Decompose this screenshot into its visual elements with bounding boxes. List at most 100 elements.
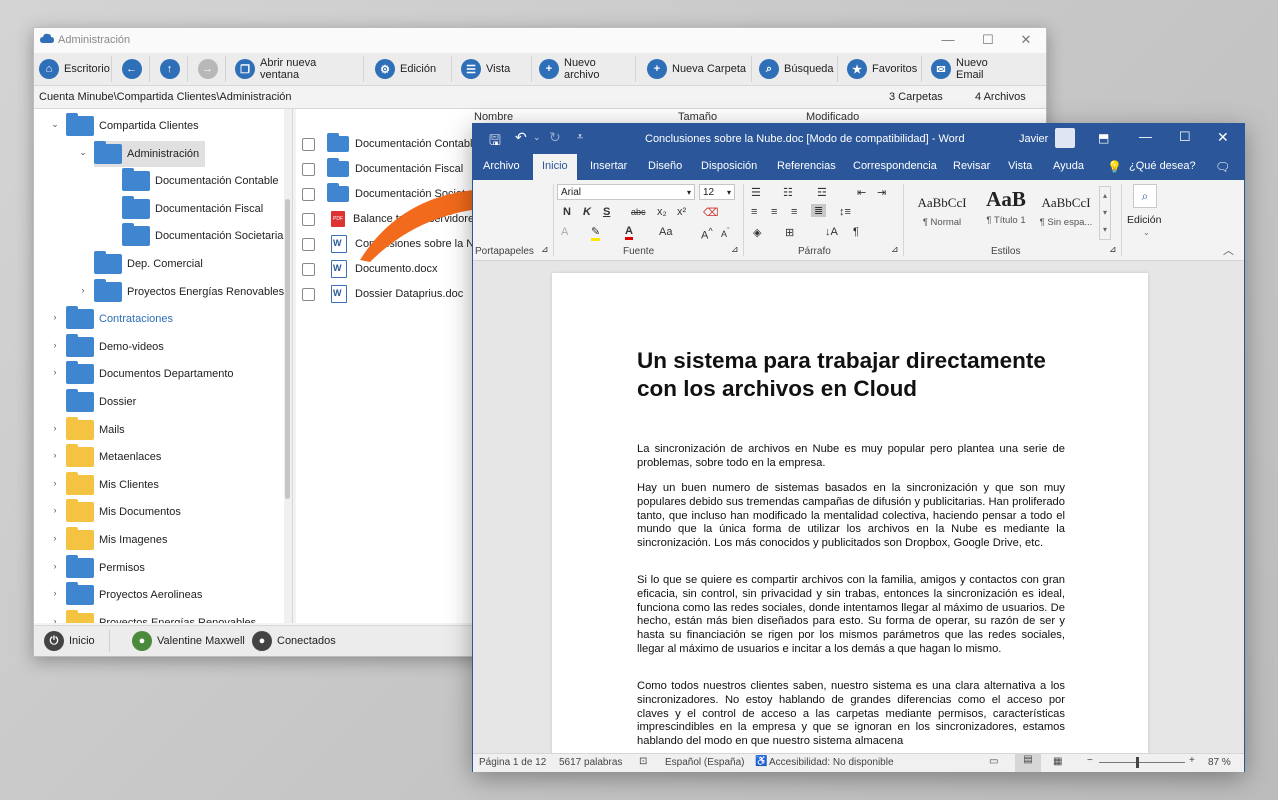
chevron-right-icon[interactable]: › <box>50 312 60 322</box>
tree-item[interactable]: Dep. Comercial <box>94 251 203 277</box>
dialog-launcher-icon[interactable]: ⊿ <box>891 244 899 255</box>
chevron-right-icon[interactable]: › <box>50 588 60 598</box>
superscript-button[interactable]: x² <box>677 206 686 218</box>
bullets-icon[interactable]: ☰ <box>751 186 761 199</box>
comments-icon[interactable]: 🗨 <box>1215 160 1230 174</box>
edit-button[interactable]: ⚙ Edición <box>370 56 452 82</box>
row-checkbox[interactable] <box>302 137 315 151</box>
style-no-spacing[interactable]: AaBbCcI ¶ Sin espa... <box>1035 186 1097 236</box>
style-normal[interactable]: AaBbCcI ¶ Normal <box>911 186 973 236</box>
chevron-right-icon[interactable]: › <box>50 616 60 623</box>
search-button[interactable]: ⌕ Búsqueda <box>754 56 838 82</box>
tree-item[interactable]: Permisos <box>66 554 145 581</box>
tree-item[interactable]: Mis Imagenes <box>66 527 167 553</box>
chevron-right-icon[interactable]: › <box>50 478 60 488</box>
align-right-icon[interactable]: ≡ <box>791 206 797 218</box>
text-effects-icon[interactable]: A <box>561 226 568 238</box>
tab-inicio[interactable]: Inicio <box>533 154 577 180</box>
tree-item[interactable]: Mails <box>66 416 125 443</box>
underline-button[interactable]: S <box>603 206 610 218</box>
up-button[interactable]: ↑ <box>152 56 188 82</box>
scrollbar-thumb[interactable] <box>285 199 290 499</box>
tree-item[interactable]: Dossier <box>66 389 136 415</box>
tab-revisar[interactable]: Revisar <box>953 160 990 172</box>
column-header-name[interactable]: Nombre <box>474 111 513 123</box>
row-checkbox[interactable] <box>302 162 315 176</box>
tab-archivo[interactable]: Archivo <box>483 160 520 172</box>
borders-icon[interactable]: ⊞ <box>785 226 794 239</box>
tab-disposicion[interactable]: Disposición <box>701 160 757 172</box>
view-button[interactable]: ☰ Vista <box>456 56 532 82</box>
accessibility-status[interactable]: Accesibilidad: No disponible <box>769 757 894 768</box>
tree-item[interactable]: Proyectos Energías Renovables <box>66 609 256 623</box>
open-new-window-button[interactable]: ❐ Abrir nueva ventana <box>230 56 364 82</box>
zoom-level[interactable]: 87 % <box>1208 757 1231 768</box>
change-case-icon[interactable]: Aa <box>659 226 672 238</box>
highlight-icon[interactable]: ✎ <box>591 225 601 241</box>
tree-item[interactable]: Compartida Clientes <box>66 113 199 139</box>
chevron-right-icon[interactable]: › <box>50 561 60 571</box>
avatar[interactable] <box>1055 128 1075 148</box>
undo-dropdown-icon[interactable]: ⌄ <box>533 132 541 143</box>
document-page[interactable]: Un sistema para trabajar directamente co… <box>552 273 1148 753</box>
tree-item[interactable]: Mis Clientes <box>66 471 159 498</box>
grow-font-icon[interactable]: A^ <box>701 226 713 242</box>
forward-button[interactable]: → <box>190 56 226 82</box>
increase-indent-icon[interactable]: ⇥ <box>877 186 886 199</box>
shading-icon[interactable]: ◈ <box>753 226 761 239</box>
tree-scrollbar[interactable] <box>284 109 292 623</box>
dialog-launcher-icon[interactable]: ⊿ <box>1109 244 1117 255</box>
tree-item[interactable]: Documentación Societaria <box>122 223 283 249</box>
tree-item[interactable]: Documentación Fiscal <box>122 195 263 222</box>
chevron-right-icon[interactable]: › <box>50 367 60 377</box>
align-center-icon[interactable]: ≡ <box>771 206 777 218</box>
chevron-right-icon[interactable]: › <box>50 423 60 433</box>
breadcrumb[interactable]: Cuenta Minube\Compartida Clientes\Admini… <box>39 91 292 103</box>
row-checkbox[interactable] <box>302 262 315 276</box>
home-status-button[interactable]: ⏻ Inicio <box>44 630 110 652</box>
numbering-icon[interactable]: ☷ <box>783 186 793 199</box>
tree-item[interactable]: Metaenlaces <box>66 444 161 470</box>
new-email-button[interactable]: ✉ Nuevo Email <box>926 56 1016 82</box>
line-spacing-icon[interactable]: ↕≡ <box>839 206 851 218</box>
tab-diseno[interactable]: Diseño <box>648 160 682 172</box>
font-color-icon[interactable]: A <box>625 225 633 240</box>
zoom-slider-thumb[interactable] <box>1136 757 1139 768</box>
file-row[interactable]: Dossier Dataprius.doc <box>302 283 463 305</box>
tab-referencias[interactable]: Referencias <box>777 160 836 172</box>
minimize-button[interactable]: — <box>934 31 962 49</box>
justify-icon[interactable]: ≣ <box>811 204 827 217</box>
collapse-ribbon-icon[interactable]: ︿ <box>1223 242 1234 258</box>
new-folder-button[interactable]: + Nueva Carpeta <box>642 56 752 82</box>
word-close-button[interactable]: ✕ <box>1217 129 1229 146</box>
chevron-right-icon[interactable]: › <box>78 285 88 295</box>
align-left-icon[interactable]: ≡ <box>751 206 757 218</box>
connected-status-button[interactable]: ● Conectados <box>252 630 350 652</box>
chevron-right-icon[interactable]: › <box>50 340 60 350</box>
save-icon[interactable]: 🖫 <box>489 130 501 154</box>
tell-me-box[interactable]: ¿Qué desea? <box>1129 160 1196 172</box>
tree-item[interactable]: Proyectos Aerolineas <box>66 582 202 608</box>
tree-item[interactable]: Contrataciones <box>66 306 173 332</box>
chevron-down-icon[interactable]: ⌄ <box>78 147 88 158</box>
tab-insertar[interactable]: Insertar <box>590 160 627 172</box>
dialog-launcher-icon[interactable]: ⊿ <box>731 244 739 255</box>
italic-button[interactable]: K <box>583 206 591 218</box>
tree-item[interactable]: Demo-videos <box>66 333 164 360</box>
maximize-button[interactable]: ☐ <box>974 31 1002 49</box>
sort-icon[interactable]: ↓A <box>825 226 838 238</box>
shrink-font-icon[interactable]: Aˇ <box>721 226 730 239</box>
zoom-in-icon[interactable]: + <box>1189 755 1195 766</box>
font-size-box[interactable]: 12 ▾ <box>699 184 735 200</box>
proofing-icon[interactable]: ⊡ <box>639 756 647 767</box>
user-status-button[interactable]: ● Valentine Maxwell <box>132 630 260 652</box>
language[interactable]: Español (España) <box>665 757 745 768</box>
row-checkbox[interactable] <box>302 212 315 226</box>
tree-item[interactable]: Mis Documentos <box>66 499 181 525</box>
print-layout-icon[interactable]: ▤ <box>1015 754 1041 772</box>
bold-button[interactable]: N <box>563 206 571 218</box>
strikethrough-button[interactable]: abc <box>631 207 646 217</box>
zoom-slider[interactable] <box>1099 762 1185 763</box>
new-file-button[interactable]: + Nuevo archivo <box>534 56 636 82</box>
accessibility-icon[interactable]: ♿ <box>755 756 767 767</box>
